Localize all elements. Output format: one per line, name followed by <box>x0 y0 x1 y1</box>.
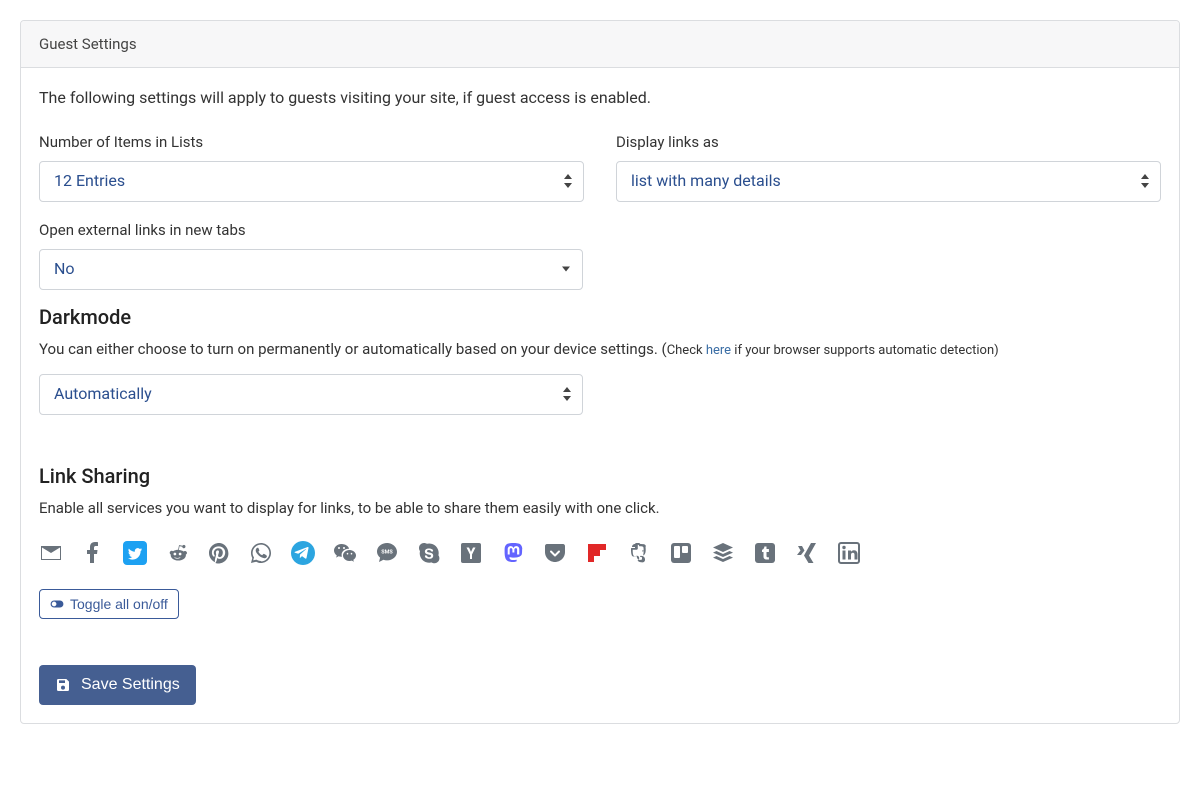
items-select[interactable]: 12 Entries <box>39 161 584 202</box>
buffer-icon[interactable] <box>711 541 735 565</box>
links-select[interactable]: list with many details <box>616 161 1161 202</box>
evernote-icon[interactable] <box>627 541 651 565</box>
save-button[interactable]: Save Settings <box>39 665 196 705</box>
items-col: Number of Items in Lists 12 Entries <box>39 132 584 202</box>
xing-icon[interactable] <box>795 541 819 565</box>
updown-icon <box>562 387 572 401</box>
share-icon-row: SMS <box>39 541 1161 565</box>
tumblr-icon[interactable] <box>753 541 777 565</box>
reddit-icon[interactable] <box>165 541 189 565</box>
trello-icon[interactable] <box>669 541 693 565</box>
toggle-icon <box>50 597 64 611</box>
wechat-icon[interactable] <box>333 541 357 565</box>
caret-down-icon <box>562 267 570 272</box>
newtab-select[interactable]: No <box>39 249 583 290</box>
newtab-field: Open external links in new tabs No <box>39 220 1161 290</box>
darkmode-desc-a: You can either choose to turn on permane… <box>39 340 667 358</box>
skype-icon[interactable] <box>417 541 441 565</box>
pinterest-icon[interactable] <box>207 541 231 565</box>
save-icon <box>55 677 71 693</box>
settings-row-1: Number of Items in Lists 12 Entries Disp… <box>39 132 1161 202</box>
email-icon[interactable] <box>39 541 63 565</box>
newtab-value: No <box>54 259 75 278</box>
card-header: Guest Settings <box>21 21 1179 68</box>
save-label: Save Settings <box>81 677 180 693</box>
sharing-desc: Enable all services you want to display … <box>39 497 1161 520</box>
darkmode-desc-b: if your browser supports automatic detec… <box>731 343 999 358</box>
darkmode-value: Automatically <box>54 384 152 403</box>
guest-settings-card: Guest Settings The following settings wi… <box>20 20 1180 724</box>
toggle-all-button[interactable]: Toggle all on/off <box>39 589 179 619</box>
twitter-icon[interactable] <box>123 541 147 565</box>
pocket-icon[interactable] <box>543 541 567 565</box>
sharing-heading: Link Sharing <box>39 463 1161 489</box>
items-label: Number of Items in Lists <box>39 132 584 153</box>
links-col: Display links as list with many details <box>616 132 1161 202</box>
toggle-all-label: Toggle all on/off <box>70 597 168 611</box>
newtab-label: Open external links in new tabs <box>39 220 1161 241</box>
links-value: list with many details <box>631 171 781 190</box>
darkmode-desc-check: Check <box>667 343 706 358</box>
darkmode-heading: Darkmode <box>39 304 1161 330</box>
darkmode-select[interactable]: Automatically <box>39 374 583 415</box>
updown-icon <box>1140 174 1150 188</box>
facebook-icon[interactable] <box>81 541 105 565</box>
whatsapp-icon[interactable] <box>249 541 273 565</box>
items-value: 12 Entries <box>54 171 125 190</box>
hackernews-icon[interactable] <box>459 541 483 565</box>
darkmode-check-link[interactable]: here <box>706 343 731 358</box>
darkmode-desc: You can either choose to turn on permane… <box>39 338 1161 361</box>
card-body: The following settings will apply to gue… <box>21 68 1179 723</box>
mastodon-icon[interactable] <box>501 541 525 565</box>
intro-text: The following settings will apply to gue… <box>39 86 1161 110</box>
links-label: Display links as <box>616 132 1161 153</box>
sms-icon[interactable]: SMS <box>375 541 399 565</box>
telegram-icon[interactable] <box>291 541 315 565</box>
updown-icon <box>563 174 573 188</box>
svg-text:SMS: SMS <box>381 550 393 556</box>
card-title: Guest Settings <box>39 35 137 53</box>
flipboard-icon[interactable] <box>585 541 609 565</box>
linkedin-icon[interactable] <box>837 541 861 565</box>
